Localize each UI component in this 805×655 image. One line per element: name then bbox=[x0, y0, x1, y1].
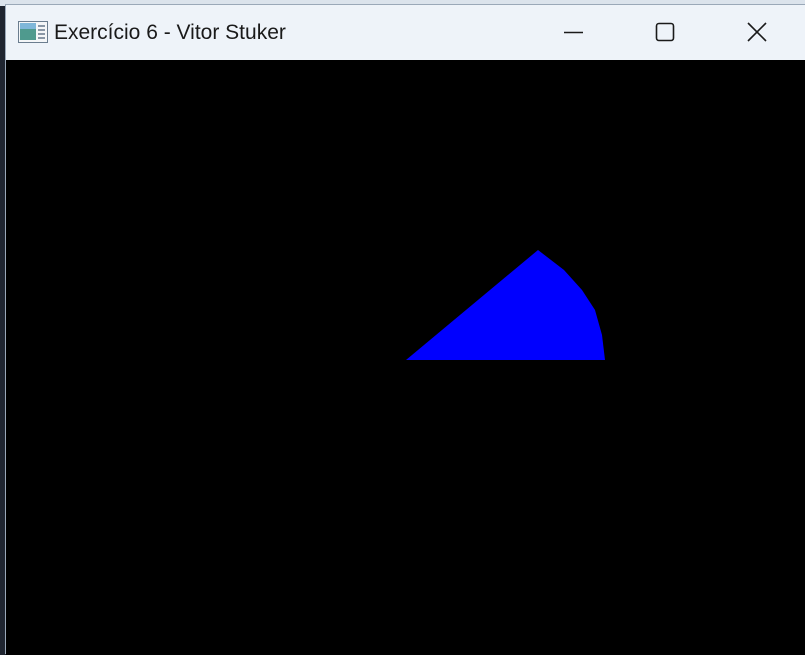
canvas-svg bbox=[406, 250, 605, 360]
app-window-icon bbox=[18, 21, 48, 43]
window-title: Exercício 6 - Vitor Stuker bbox=[54, 21, 286, 44]
maximize-icon bbox=[655, 22, 675, 42]
close-button[interactable] bbox=[734, 5, 780, 60]
minimize-icon bbox=[564, 31, 583, 34]
close-icon bbox=[747, 22, 767, 42]
app-window: Exercício 6 - Vitor Stuker bbox=[5, 4, 805, 655]
minimize-button[interactable] bbox=[550, 5, 596, 60]
blue-circular-sector bbox=[406, 250, 605, 360]
drawing-canvas[interactable] bbox=[6, 60, 805, 655]
maximize-button[interactable] bbox=[642, 5, 688, 60]
title-bar[interactable]: Exercício 6 - Vitor Stuker bbox=[6, 5, 805, 60]
